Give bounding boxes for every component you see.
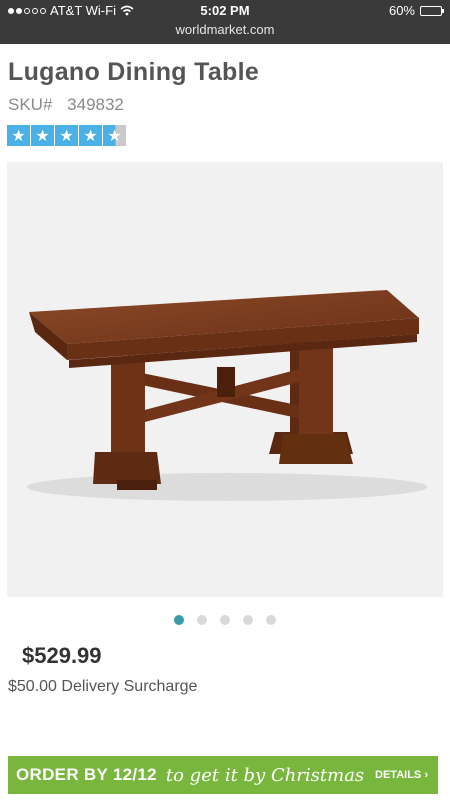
- half-star-icon: ★: [103, 125, 126, 146]
- battery-icon: [420, 5, 444, 16]
- carousel-dot-2[interactable]: [197, 615, 207, 625]
- star-icon: ★: [31, 125, 54, 146]
- battery-percent: 60%: [388, 3, 415, 18]
- carousel-dot-3[interactable]: [220, 615, 230, 625]
- product-title: Lugano Dining Table: [8, 58, 260, 86]
- carousel-dot-5[interactable]: [266, 615, 276, 625]
- address-url[interactable]: worldmarket.com: [0, 22, 450, 37]
- promo-details-link[interactable]: DETAILS ›: [375, 769, 428, 781]
- promo-order-by: ORDER BY 12/12: [16, 765, 157, 784]
- sku-line: SKU# 349832: [8, 95, 124, 115]
- dining-table-image: [27, 290, 427, 501]
- promo-christmas-script: to get it by Christmas: [165, 764, 365, 786]
- carousel-dot-4[interactable]: [243, 615, 253, 625]
- star-icon: ★: [79, 125, 102, 146]
- delivery-surcharge: $50.00 Delivery Surcharge: [8, 678, 198, 695]
- clock-time: 5:02 PM: [200, 3, 250, 18]
- star-icon: ★: [55, 125, 78, 146]
- image-carousel-dots[interactable]: [0, 615, 450, 625]
- star-icon: ★: [7, 125, 30, 146]
- status-bar: AT&T Wi-Fi 5:02 PM 60% worldmarket.com: [0, 0, 450, 44]
- sku-label: SKU#: [8, 95, 53, 114]
- carousel-dot-1[interactable]: [174, 615, 184, 625]
- star-rating[interactable]: ★ ★ ★ ★ ★: [7, 125, 126, 146]
- christmas-promo-banner[interactable]: ORDER BY 12/12 to get it by Christmas DE…: [8, 756, 438, 794]
- product-price: $529.99: [22, 643, 102, 668]
- product-image[interactable]: [7, 162, 443, 597]
- battery-info: 60%: [388, 3, 444, 18]
- sku-value: 349832: [67, 95, 124, 114]
